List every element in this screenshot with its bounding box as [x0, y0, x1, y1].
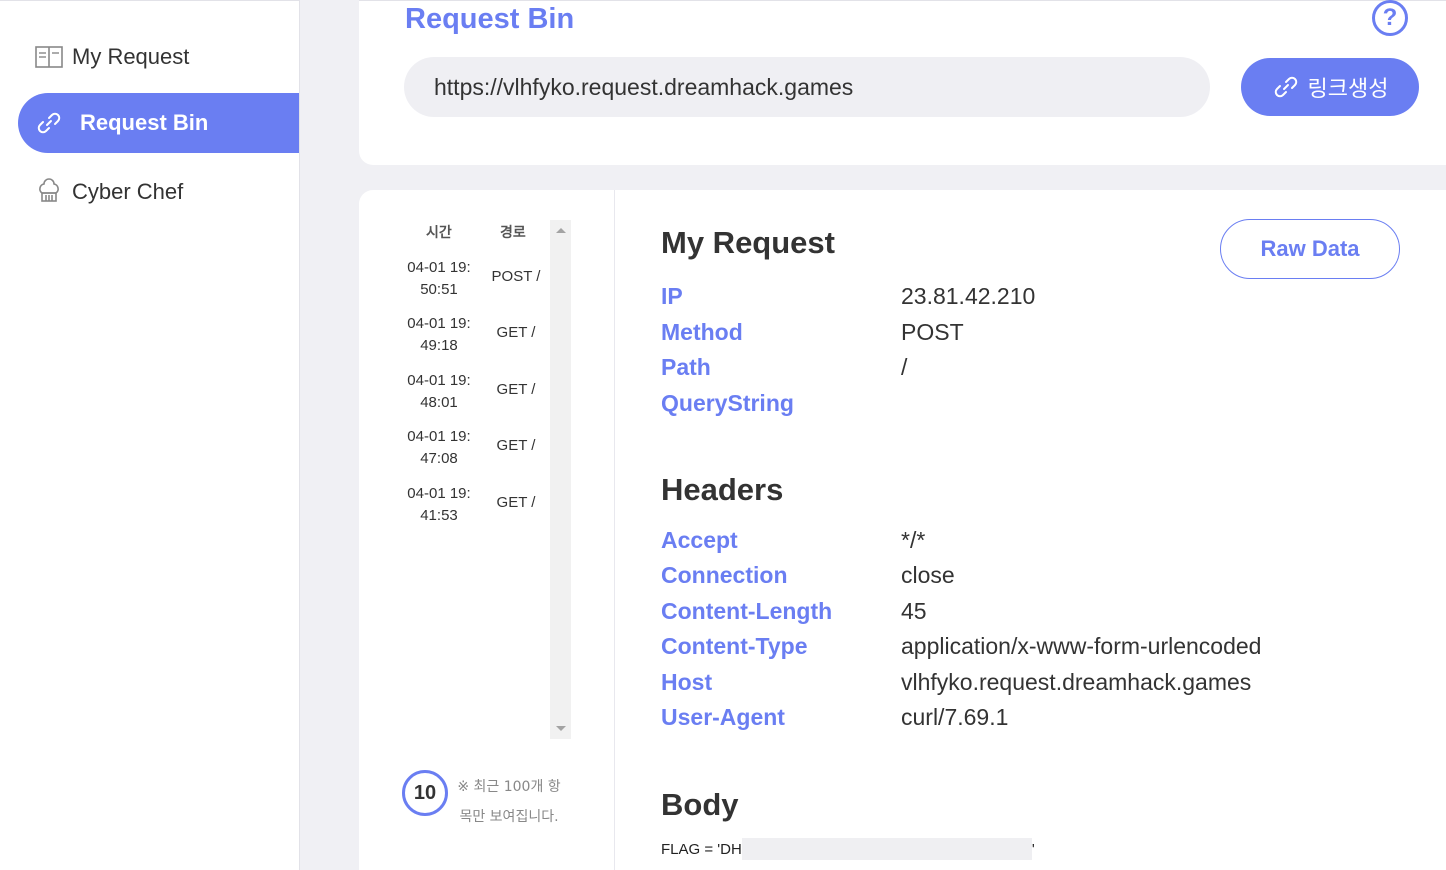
- field-value: 45: [901, 598, 927, 624]
- sidebar-item-label: My Request: [72, 44, 190, 69]
- book-icon: [34, 42, 64, 72]
- sidebar-item-request-bin[interactable]: Request Bin: [18, 93, 299, 153]
- header-field-connection: Connection close: [661, 562, 1421, 596]
- column-header-time: 시간: [426, 225, 452, 241]
- request-time: 04-01 19: 49:18: [407, 315, 471, 354]
- field-key: User-Agent: [661, 704, 785, 730]
- list-item[interactable]: 04-01 19: 50:51 POST /: [399, 257, 549, 307]
- header-field-user-agent: User-Agent curl/7.69.1: [661, 704, 1421, 738]
- field-key: Content-Type: [661, 633, 808, 659]
- request-field-ip: IP 23.81.42.210: [661, 283, 1421, 317]
- request-time: 04-01 19: 48:01: [407, 372, 471, 411]
- sidebar-item-my-request[interactable]: My Request: [18, 27, 299, 87]
- sidebar: My Request Request Bin Cyber Chef: [0, 0, 300, 870]
- field-value: application/x-www-form-urlencoded: [901, 633, 1262, 659]
- request-detail: My Request Raw Data IP 23.81.42.210 Meth…: [615, 190, 1446, 870]
- headers-title: Headers: [661, 472, 784, 507]
- help-button[interactable]: ?: [1372, 0, 1408, 36]
- field-value: close: [901, 562, 955, 588]
- field-key: Connection: [661, 562, 788, 588]
- request-time: 04-01 19: 41:53: [407, 485, 471, 524]
- field-key: Path: [661, 354, 711, 380]
- redacted-flag: [741, 838, 1032, 860]
- body-content: FLAG = 'DH ': [661, 838, 1035, 860]
- list-item[interactable]: 04-01 19: 41:53 GET /: [399, 483, 549, 533]
- body-prefix: FLAG = 'DH: [661, 840, 742, 858]
- field-value: 23.81.42.210: [901, 283, 1036, 309]
- sidebar-item-cyber-chef[interactable]: Cyber Chef: [18, 162, 299, 222]
- field-key: Accept: [661, 527, 738, 553]
- request-list: 시간 경로 04-01 19: 50:51 POST / 04-01 19: 4…: [359, 190, 615, 870]
- create-link-button[interactable]: 링크생성: [1241, 58, 1419, 116]
- list-item[interactable]: 04-01 19: 49:18 GET /: [399, 313, 549, 363]
- list-item[interactable]: 04-01 19: 47:08 GET /: [399, 426, 549, 476]
- body-suffix: ': [1031, 840, 1035, 858]
- raw-data-button[interactable]: Raw Data: [1220, 219, 1400, 279]
- request-bin-header: Request Bin ? https://vlhfyko.request.dr…: [359, 0, 1446, 165]
- my-request-title: My Request: [661, 225, 835, 260]
- page-title: Request Bin: [405, 3, 575, 35]
- request-path: GET /: [496, 437, 536, 454]
- field-key: Host: [661, 669, 713, 695]
- column-header-path: 경로: [500, 225, 526, 241]
- request-panel: 시간 경로 04-01 19: 50:51 POST / 04-01 19: 4…: [359, 190, 1446, 870]
- field-key: Method: [661, 319, 743, 345]
- sidebar-item-label: Cyber Chef: [72, 179, 184, 204]
- body-title: Body: [661, 787, 739, 822]
- header-field-accept: Accept */*: [661, 527, 1421, 561]
- link-icon: [34, 108, 64, 138]
- request-time: 04-01 19: 47:08: [407, 428, 471, 467]
- link-icon: [1272, 73, 1300, 101]
- request-path: GET /: [496, 494, 536, 511]
- request-field-method: Method POST: [661, 319, 1421, 353]
- request-path: GET /: [496, 324, 536, 341]
- field-value: curl/7.69.1: [901, 704, 1009, 730]
- list-limit-note: ※ 최근 100개 항목만 보여집니다.: [457, 779, 561, 825]
- bin-url-field[interactable]: https://vlhfyko.request.dreamhack.games: [404, 57, 1210, 117]
- field-value: */*: [901, 527, 926, 553]
- request-path: GET /: [496, 381, 536, 398]
- scroll-down-arrow-icon[interactable]: [556, 726, 566, 731]
- request-field-path: Path /: [661, 354, 1421, 388]
- sidebar-item-label: Request Bin: [80, 110, 209, 135]
- field-key: QueryString: [661, 390, 794, 416]
- header-field-content-type: Content-Type application/x-www-form-urle…: [661, 633, 1421, 667]
- list-item[interactable]: 04-01 19: 48:01 GET /: [399, 370, 549, 420]
- request-path: POST /: [491, 268, 541, 285]
- field-key: IP: [661, 283, 683, 309]
- list-scrollbar[interactable]: [550, 220, 571, 739]
- field-value: POST: [901, 319, 964, 345]
- scroll-up-arrow-icon[interactable]: [556, 228, 566, 233]
- header-field-content-length: Content-Length 45: [661, 598, 1421, 632]
- create-link-label: 링크생성: [1307, 77, 1389, 102]
- field-value: vlhfyko.request.dreamhack.games: [901, 669, 1252, 695]
- header-field-host: Host vlhfyko.request.dreamhack.games: [661, 669, 1421, 703]
- chef-hat-icon: [34, 177, 64, 207]
- request-field-querystring: QueryString: [661, 390, 1421, 424]
- request-count-badge: 10: [402, 770, 448, 816]
- request-time: 04-01 19: 50:51: [407, 259, 471, 298]
- field-value: /: [901, 354, 908, 380]
- field-key: Content-Length: [661, 598, 833, 624]
